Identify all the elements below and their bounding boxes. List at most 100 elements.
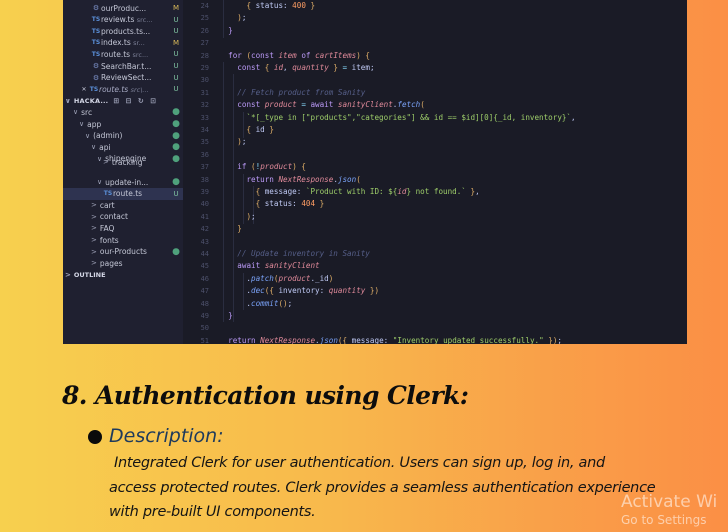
chevron-right-icon: > [91, 259, 97, 268]
file-name-text: ourProduc... [101, 3, 147, 13]
open-editor-item[interactable]: ⚙ ourProduc... M [63, 2, 183, 14]
line-number: 41 [200, 212, 209, 221]
code-line-42: } [237, 224, 242, 234]
chevron-down-icon: ∨ [85, 131, 91, 140]
file-name: route.ts src... [101, 50, 169, 59]
code-line-35: ); [237, 137, 247, 147]
tree-item[interactable]: > contact [63, 211, 183, 223]
tree-item-label: src [81, 107, 93, 117]
code-line-37: if (!product) { [237, 162, 306, 172]
code-line-32: const product = await sanityClient.fetch… [237, 100, 425, 110]
section-heading: 8. Authentication using Clerk: [62, 381, 469, 410]
file-name-text: ReviewSect... [101, 73, 152, 83]
tree-item[interactable]: ∨ app ● [63, 118, 183, 130]
tree-item[interactable]: > fonts [63, 234, 183, 246]
file-name-text: products.ts... [101, 26, 151, 36]
line-number: 32 [200, 101, 209, 110]
tree-item-label: FAQ [99, 223, 115, 233]
code-line-33: `*[_type in ["products","categories"] &&… [246, 112, 576, 122]
tree-item[interactable]: > cart [63, 199, 183, 211]
chevron-down-icon: ∨ [65, 96, 71, 105]
git-status-badge: U [173, 189, 179, 198]
code-line-40: { status: 404 } [255, 199, 325, 209]
git-status-badge: M [172, 4, 180, 12]
chevron-right-icon: > [91, 212, 97, 221]
typescript-file-icon: TS [103, 190, 113, 198]
code-line-45: await sanityClient [237, 261, 320, 271]
watermark-line-2[interactable]: Go to Settings [621, 513, 717, 527]
tree-item[interactable]: > tracking [63, 158, 183, 167]
outline-section-header[interactable]: > OUTLINE [63, 269, 183, 281]
tree-item[interactable]: ∨ (admin) ● [63, 130, 183, 142]
code-editor-pane: { status: 400 } ); } for (const item of … [219, 0, 687, 344]
file-name: ReviewSect... [101, 73, 169, 82]
file-name-text: SearchBar.t... [101, 61, 152, 71]
line-number: 33 [200, 113, 209, 122]
file-path: src... [132, 50, 149, 59]
code-line-24: { status: 400 } [246, 1, 316, 10]
tree-item-selected[interactable]: TS route.ts U [63, 187, 183, 200]
tree-item[interactable]: ∨ src ● [63, 106, 183, 118]
open-editor-item[interactable]: TS route.ts src... U [63, 48, 183, 60]
react-file-icon: ⚙ [92, 4, 100, 12]
open-editor-item[interactable]: TS products.ts... U [63, 25, 183, 37]
chevron-right-icon: > [103, 158, 109, 167]
typescript-file-icon: TS [91, 50, 101, 58]
git-status-badge: ● [172, 177, 180, 187]
code-line-49: } [228, 311, 233, 320]
outline-label: OUTLINE [73, 270, 106, 279]
line-number: 37 [200, 163, 209, 172]
chevron-right-icon: > [91, 201, 97, 210]
code-editor-screenshot: ⚙ ourProduc... M TS review.ts src... U TS produ… [63, 0, 687, 344]
chevron-right-icon: > [65, 270, 71, 279]
open-editor-item[interactable]: TS review.ts src... U [63, 14, 183, 26]
open-editor-item[interactable]: TS index.ts sr... M [63, 37, 183, 49]
open-editor-item[interactable]: ⚙ SearchBar.t... U [63, 60, 183, 72]
line-number: 28 [200, 51, 209, 60]
open-editor-item[interactable]: ⚙ ReviewSect... U [63, 72, 183, 84]
file-name-text: review.ts [101, 15, 135, 25]
line-number: 47 [200, 287, 209, 296]
tree-item[interactable]: ∨ api ● [63, 141, 183, 153]
line-number: 48 [200, 299, 209, 308]
code-line-28: for (const item of cartItems) { [228, 50, 370, 60]
line-number-gutter: 24 25 26 27 28 29 30 31 32 33 34 35 36 37 38 39 40 41 42 43… [183, 0, 219, 344]
git-status-badge: U [173, 73, 179, 82]
tree-item[interactable]: > our-Products ● [63, 246, 183, 258]
git-status-badge: ● [172, 107, 180, 118]
code-line-31: // Fetch product from Sanity [237, 87, 366, 97]
chevron-right-icon: > [91, 224, 97, 233]
tree-item-label: our-Products [99, 247, 147, 257]
tree-item[interactable]: > pages [63, 257, 183, 269]
typescript-file-icon: TS [91, 16, 101, 24]
git-status-badge: M [172, 38, 180, 47]
bullet-point [88, 430, 102, 444]
tree-item-label: app [87, 119, 102, 129]
tree-item-label: api [99, 142, 111, 152]
line-number: 43 [200, 237, 209, 246]
line-number: 38 [200, 175, 209, 184]
project-header[interactable]: ∨ HACKA... ⊞ ⊟ ↻ ⊡ [63, 95, 183, 107]
activation-watermark: Activate Wi Go to Settings [621, 492, 717, 527]
chevron-down-icon: ∨ [97, 178, 103, 186]
typescript-file-icon: TS [91, 39, 101, 47]
tree-item[interactable]: ∨ update-in... ● [63, 176, 183, 188]
open-editor-active-item[interactable]: ✕ TS route.ts src\... U [63, 83, 183, 95]
file-name: index.ts sr... [101, 38, 169, 47]
line-number: 40 [200, 200, 209, 209]
chevron-down-icon: ∨ [79, 120, 85, 128]
code-line-47: .dec({ inventory: quantity }) [219, 286, 380, 296]
file-name: route.ts src\... [99, 85, 169, 94]
line-number: 31 [200, 88, 209, 97]
chevron-down-icon: ∨ [73, 108, 79, 117]
file-name-text: route.ts [101, 49, 131, 59]
file-name: review.ts src... [101, 15, 169, 24]
tree-item[interactable]: > FAQ [63, 222, 183, 234]
code-line-38: return NextResponse.json( [246, 174, 361, 184]
line-number: 30 [200, 76, 209, 85]
code-line-29: const { id, quantity } = item; [237, 63, 375, 72]
explorer-actions-icons: ⊞ ⊟ ↻ ⊡ [113, 96, 159, 105]
git-status-badge: ● [172, 142, 180, 153]
line-number: 29 [200, 64, 209, 72]
file-name: ourProduc... [101, 4, 169, 13]
